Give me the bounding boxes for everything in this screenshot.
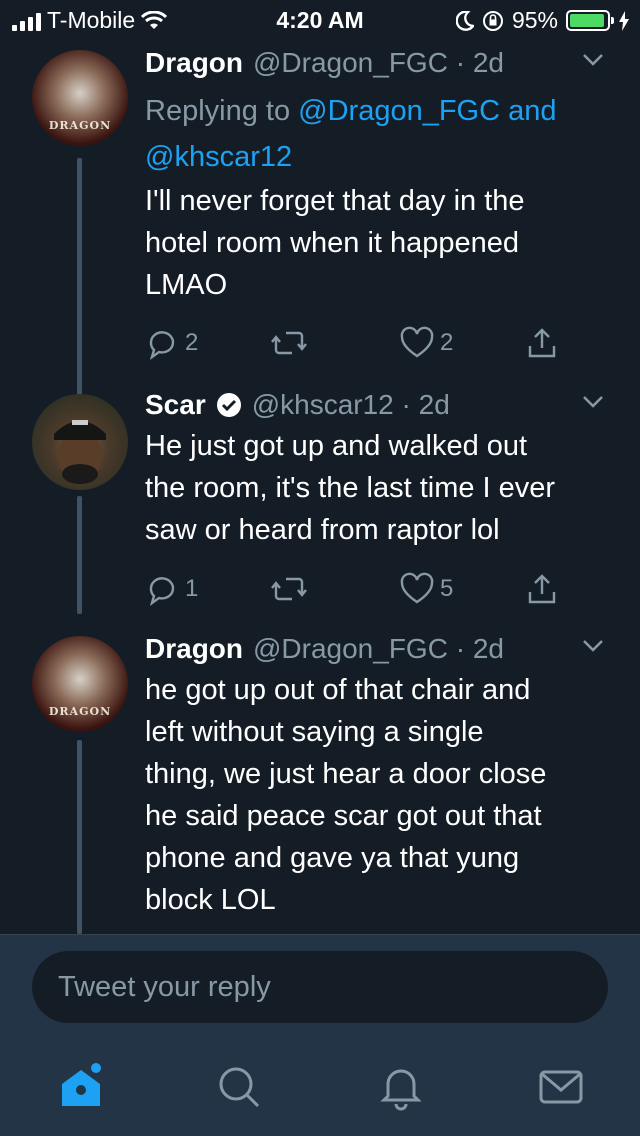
chevron-down-icon[interactable]	[580, 46, 606, 72]
display-name[interactable]: Scar	[145, 388, 206, 422]
like-count: 5	[440, 575, 454, 602]
messages-icon	[539, 1070, 583, 1104]
thread-line	[77, 496, 82, 614]
tab-notifications[interactable]	[376, 1062, 426, 1112]
tweet-line: block LOL	[145, 884, 276, 916]
tab-messages[interactable]	[536, 1062, 586, 1112]
share-button[interactable]	[525, 572, 559, 606]
tweet-line: the room, it's the last time I ever	[145, 472, 556, 504]
home-icon	[62, 1063, 101, 1106]
status-bar: T-Mobile 4:20 AM 95%	[0, 0, 640, 40]
separator-dot: ·	[447, 633, 473, 664]
moon-icon	[455, 10, 474, 31]
reply-count: 1	[185, 575, 199, 602]
retweet-icon	[271, 331, 307, 355]
tweet-actions: 2 2	[145, 326, 565, 366]
retweet-button[interactable]	[270, 572, 308, 606]
tweet-line: hotel room when it happened	[145, 227, 520, 259]
timestamp: 2d	[418, 389, 450, 420]
tweet-header: Scar @khscar12 · 2d	[145, 388, 620, 422]
tweet-line: he got up out of that chair and	[145, 674, 531, 706]
battery-icon	[566, 10, 614, 31]
display-name[interactable]: Dragon	[145, 632, 243, 666]
tweet-line: LMAO	[145, 269, 228, 301]
reply-input[interactable]: Tweet your reply	[32, 951, 608, 1023]
tweet-line: he said peace scar got out that	[145, 800, 542, 832]
avatar[interactable]	[32, 394, 128, 490]
tab-search[interactable]	[214, 1062, 264, 1112]
charging-bolt-icon	[619, 10, 629, 31]
avatar-logo-text: DRAGON	[48, 705, 112, 718]
tweet-body: Scar @khscar12 · 2d He just got up and w…	[145, 388, 620, 551]
tab-bar	[0, 1038, 640, 1136]
share-icon	[528, 328, 556, 358]
tweet-header: Dragon @Dragon_FGC · 2d	[145, 46, 620, 80]
chevron-down-icon[interactable]	[580, 632, 606, 658]
separator-dot: ·	[447, 47, 473, 78]
tweet-line: phone and gave ya that yung	[145, 842, 520, 874]
replying-to-label: Replying to	[145, 95, 291, 127]
reply-count: 2	[185, 329, 199, 356]
tweet-body: Dragon @Dragon_FGC · 2d Replying to @Dra…	[145, 46, 620, 306]
avatar-figure	[54, 420, 106, 484]
reply-button[interactable]: 2	[145, 326, 198, 360]
thread-line	[77, 158, 82, 408]
tweet-text: I'll never forget that day in the hotel …	[145, 180, 620, 306]
thread-line	[77, 740, 82, 934]
mention-link[interactable]: @khscar12	[145, 141, 292, 173]
retweet-button[interactable]	[270, 326, 308, 360]
chevron-down-icon[interactable]	[580, 388, 606, 414]
separator-dot: ·	[393, 389, 419, 420]
avatar[interactable]: DRAGON	[32, 50, 128, 146]
mention-and[interactable]: and	[508, 95, 556, 127]
handle: @Dragon_FGC	[253, 633, 448, 664]
replying-to: Replying to @Dragon_FGC and @khscar12	[145, 88, 620, 180]
handle: @Dragon_FGC	[253, 47, 448, 78]
display-name[interactable]: Dragon	[145, 46, 243, 80]
timestamp: 2d	[472, 633, 504, 664]
tweet-line: I'll never forget that day in the	[145, 185, 525, 217]
tweet-line: left without saying a single	[145, 716, 484, 748]
handle: @khscar12	[251, 389, 394, 420]
tweet-line: saw or heard from raptor lol	[145, 514, 500, 546]
reply-icon	[149, 577, 175, 606]
tab-home[interactable]	[56, 1062, 106, 1112]
tweet-text: he got up out of that chair and left wit…	[145, 669, 620, 921]
mention-link[interactable]: @Dragon_FGC	[298, 95, 500, 127]
avatar-logo-text: DRAGON	[48, 119, 112, 132]
notifications-icon	[380, 1069, 422, 1111]
tweet-body: Dragon @Dragon_FGC · 2d he got up out of…	[145, 632, 620, 921]
heart-icon	[400, 326, 434, 358]
like-button[interactable]: 2	[400, 326, 453, 360]
timestamp: 2d	[472, 47, 504, 78]
tweet-header: Dragon @Dragon_FGC · 2d	[145, 632, 620, 666]
battery-percent: 95%	[511, 7, 558, 33]
tweet-line: He just got up and walked out	[145, 430, 528, 462]
reply-button[interactable]: 1	[145, 572, 198, 606]
tweet-text: He just got up and walked out the room, …	[145, 425, 620, 551]
verified-badge-icon	[216, 393, 241, 417]
like-count: 2	[440, 329, 454, 356]
share-button[interactable]	[525, 326, 559, 360]
tweet-actions: 1 5	[145, 572, 565, 612]
like-button[interactable]: 5	[400, 572, 453, 606]
reply-icon	[149, 331, 175, 360]
avatar[interactable]: DRAGON	[32, 636, 128, 732]
status-right: 95%	[455, 7, 630, 34]
search-icon	[219, 1067, 260, 1108]
reply-composer: Tweet your reply	[0, 934, 640, 1038]
orientation-lock-icon	[482, 10, 503, 31]
tweet-line: thing, we just hear a door close	[145, 758, 547, 790]
share-icon	[528, 574, 556, 604]
retweet-icon	[271, 577, 307, 601]
heart-icon	[400, 572, 434, 604]
